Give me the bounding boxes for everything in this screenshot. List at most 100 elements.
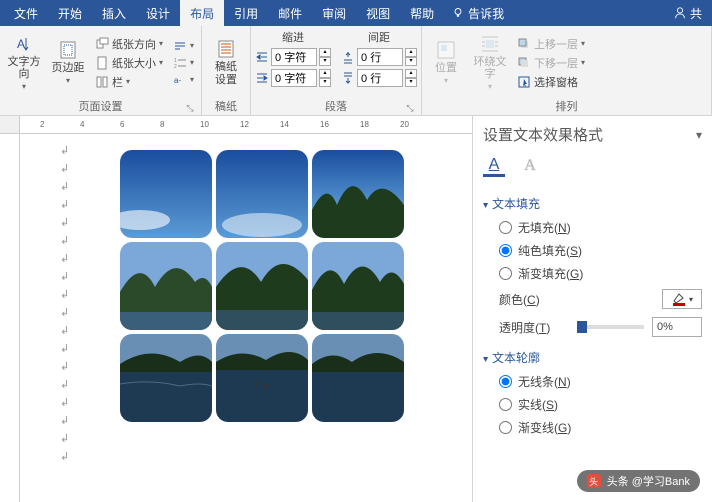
indent-left-icon [255,50,269,64]
tab-insert[interactable]: 插入 [92,0,136,26]
spin-down[interactable]: ▾ [405,78,417,87]
vertical-ruler[interactable] [0,134,20,502]
indent-left-input[interactable] [271,48,317,66]
gradient-fill-radio[interactable]: 渐变填充(G) [483,262,702,285]
image-tile[interactable] [312,242,404,330]
spin-up[interactable]: ▴ [405,69,417,78]
breaks-icon [173,39,187,53]
spacing-before-spinner[interactable]: ▴▾ [341,48,417,66]
ruler-tick: 14 [280,120,289,129]
send-backward-label: 下移一层 [534,55,578,71]
image-tile[interactable] [120,150,212,238]
wrap-text-icon [480,34,500,54]
spin-up[interactable]: ▴ [319,69,331,78]
send-backward-button[interactable]: 下移一层▾ [514,54,588,72]
share-button[interactable]: 共 [673,5,708,22]
orientation-button[interactable]: 纸张方向▾ [92,35,166,53]
breaks-button[interactable]: ▾ [170,38,197,54]
position-button[interactable]: 位置 ▾ [426,29,466,96]
tab-file[interactable]: 文件 [4,0,48,26]
indent-left-spinner[interactable]: ▴▾ [255,48,331,66]
ruler-tick: 10 [200,120,209,129]
tab-view[interactable]: 视图 [356,0,400,26]
image-tile[interactable] [120,334,212,422]
spin-down[interactable]: ▾ [319,78,331,87]
image-tile[interactable] [216,334,308,422]
color-row: 颜色(C) ▾ [483,285,702,313]
ruler-tick: 12 [240,120,249,129]
ribbon: A 文字方向 ▾ 页边距 ▾ 纸张方向▾ 纸张大小▾ [0,26,712,116]
pane-options-button[interactable]: ▾ [696,128,702,142]
manuscript-label: 稿纸 设置 [215,61,237,85]
spacing-before-icon [341,50,355,64]
solid-line-radio[interactable]: 实线(S) [483,393,702,416]
svg-text:2: 2 [174,64,177,70]
spacing-before-input[interactable] [357,48,403,66]
gradient-line-radio[interactable]: 渐变线(G) [483,416,702,439]
no-fill-radio[interactable]: 无填充(N) [483,216,702,239]
indent-right-input[interactable] [271,69,317,87]
spin-up[interactable]: ▴ [405,48,417,57]
transparency-slider[interactable] [577,325,644,329]
paragraph-group-label: 段落 [325,101,347,113]
line-numbers-button[interactable]: 12▾ [170,55,197,71]
group-page-setup: A 文字方向 ▾ 页边距 ▾ 纸张方向▾ 纸张大小▾ [0,26,202,115]
dialog-launcher-icon[interactable]: ⤡ [405,103,415,113]
solid-fill-radio[interactable]: 纯色填充(S) [483,239,702,262]
spin-up[interactable]: ▴ [319,48,331,57]
tab-references[interactable]: 引用 [224,0,268,26]
fill-color-icon [671,292,687,306]
text-outline-section[interactable]: 文本轮廓 [483,349,702,366]
image-tile[interactable] [312,150,404,238]
ruler-tick: 16 [320,120,329,129]
tab-home[interactable]: 开始 [48,0,92,26]
spacing-after-spinner[interactable]: ▴▾ [341,69,417,87]
document-canvas[interactable]: ↲↲↲↲↲↲↲↲↲↲↲↲↲↲↲↲↲↲ [20,134,472,502]
margins-button[interactable]: 页边距 ▾ [48,29,88,96]
text-fill-section[interactable]: 文本填充 [483,195,702,212]
ruler-corner [0,116,20,134]
size-label: 纸张大小 [112,55,156,71]
color-picker-button[interactable]: ▾ [662,289,702,309]
spacing-after-input[interactable] [357,69,403,87]
ruler-tick: 4 [80,120,84,129]
no-line-radio[interactable]: 无线条(N) [483,370,702,393]
columns-button[interactable]: 栏▾ [92,73,166,91]
image-tile[interactable] [312,334,404,422]
tab-review[interactable]: 审阅 [312,0,356,26]
tab-mailings[interactable]: 邮件 [268,0,312,26]
hyphenation-button[interactable]: a-▾ [170,72,197,88]
transparency-row: 透明度(T) 0% [483,313,702,341]
wrap-text-button[interactable]: 环绕文字 ▾ [470,29,510,96]
tab-design[interactable]: 设计 [136,0,180,26]
image-tile[interactable] [120,242,212,330]
text-fill-outline-tab[interactable]: A [483,155,505,177]
size-button[interactable]: 纸张大小▾ [92,54,166,72]
spin-down[interactable]: ▾ [405,57,417,66]
image-tile[interactable] [216,242,308,330]
page-setup-group-label: 页面设置 [79,101,123,113]
spin-down[interactable]: ▾ [319,57,331,66]
dialog-launcher-icon[interactable]: ⤡ [185,103,195,113]
position-icon [436,40,456,60]
selection-pane-button[interactable]: 选择窗格 [514,73,588,91]
text-direction-button[interactable]: A 文字方向 ▾ [4,29,44,96]
ruler-tick: 2 [40,120,44,129]
horizontal-ruler[interactable]: 2 4 6 8 10 12 14 16 18 20 [20,116,472,134]
tab-layout[interactable]: 布局 [180,0,224,26]
manuscript-button[interactable]: 稿纸 设置 [206,29,246,96]
bring-forward-button[interactable]: 上移一层▾ [514,35,588,53]
orientation-label: 纸张方向 [112,36,156,52]
spacing-after-icon [341,71,355,85]
image-tile[interactable] [216,150,308,238]
arrange-group-label: 排列 [426,96,707,114]
transparency-value[interactable]: 0% [652,317,702,337]
indent-right-spinner[interactable]: ▴▾ [255,69,331,87]
text-effects-tab[interactable]: A [519,155,541,177]
share-icon [673,6,687,20]
lightbulb-icon [452,7,464,19]
tab-help[interactable]: 帮助 [400,0,444,26]
text-direction-label: 文字方向 [4,56,44,80]
indent-right-icon [255,71,269,85]
tell-me[interactable]: 告诉我 [444,5,512,22]
